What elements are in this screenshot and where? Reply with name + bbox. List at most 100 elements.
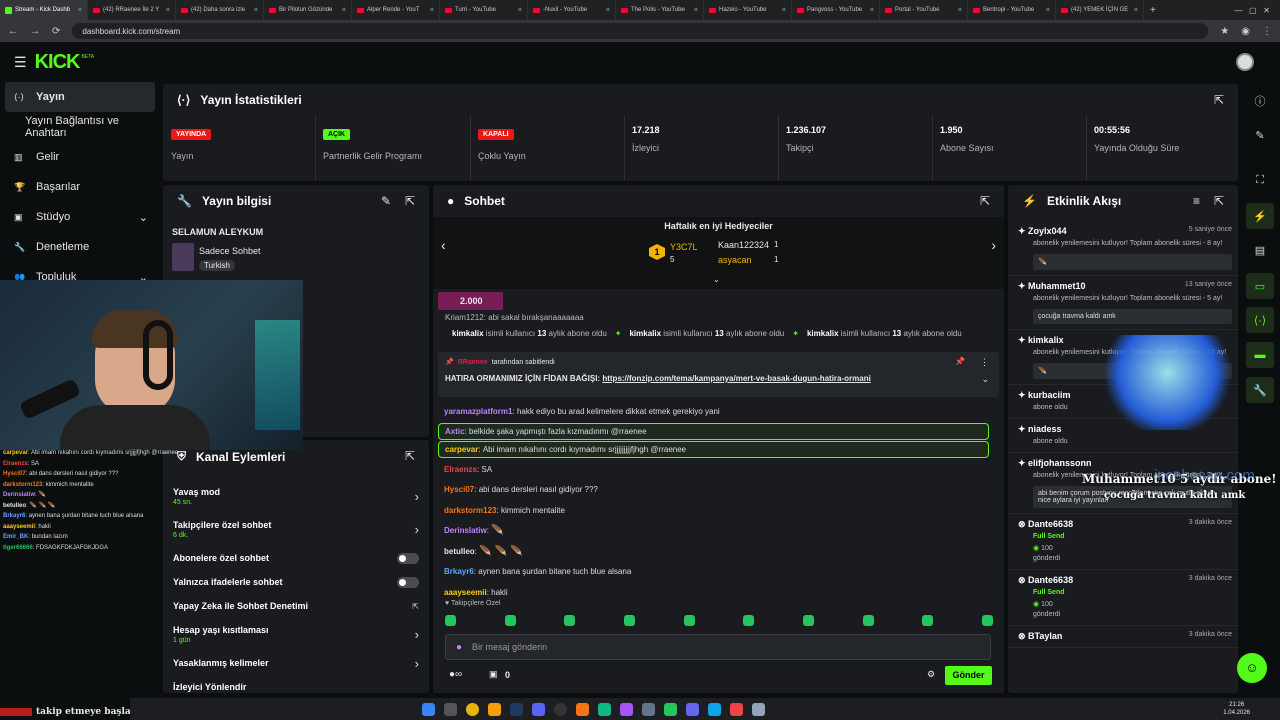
channel-action-item[interactable]: Hesap yaşı kısıtlaması 1 gün › (163, 618, 429, 651)
filter-icon[interactable]: ≡ (1193, 194, 1200, 208)
browser-tab[interactable]: (42) RRaenee İle 2 Y × (88, 0, 176, 20)
toggle-switch[interactable] (397, 552, 419, 564)
event-username[interactable]: kimkalix (1028, 335, 1064, 345)
gifter-two-name[interactable]: Kaan122324 (718, 240, 769, 250)
popout-icon[interactable]: ⇱ (980, 194, 990, 208)
chevron-right-icon[interactable]: › (415, 656, 419, 671)
close-tab-icon[interactable]: × (606, 7, 610, 14)
emote-picker-icon[interactable]: ●∞ (449, 669, 462, 680)
event-username[interactable]: niadess (1028, 424, 1062, 434)
chat-icon[interactable]: ▭ (1246, 273, 1274, 299)
app-icon[interactable] (730, 702, 743, 716)
edit-icon[interactable]: ✎ (381, 194, 391, 208)
info-icon[interactable]: ⓘ (1246, 88, 1274, 114)
url-field[interactable]: dashboard.kick.com/stream (72, 23, 1209, 39)
chat-username[interactable]: Derinslatiw (444, 526, 487, 535)
message-input[interactable]: ● Bir mesaj gönderin (445, 634, 991, 660)
obs-icon[interactable] (554, 702, 567, 716)
event-username[interactable]: kurbaciim (1028, 390, 1071, 400)
app-icon[interactable] (686, 702, 699, 716)
event-username[interactable]: Zoylx044 (1028, 226, 1067, 236)
user-avatar[interactable] (1236, 53, 1254, 71)
channel-action-item[interactable]: Takipçilere özel sohbet 6 dk. › (163, 513, 429, 546)
popout-icon[interactable]: ⇱ (405, 449, 415, 463)
chat-username[interactable]: darkstorm123 (444, 506, 496, 515)
chevron-right-icon[interactable]: › (415, 522, 419, 537)
chat-username[interactable]: Axtic (445, 427, 465, 436)
popout-icon[interactable]: ⇱ (1214, 194, 1224, 208)
popout-icon[interactable]: ⇱ (1214, 93, 1224, 107)
event-username[interactable]: Muhammet10 (1028, 281, 1086, 291)
broadcast-icon[interactable]: ⟨·⟩ (1246, 307, 1274, 333)
close-tab-icon[interactable]: × (958, 7, 962, 14)
chat-username[interactable]: carpevar (445, 445, 478, 454)
close-tab-icon[interactable]: × (694, 7, 698, 14)
chevron-right-icon[interactable]: › (415, 627, 419, 642)
emote-icon[interactable] (504, 615, 516, 626)
close-tab-icon[interactable]: × (782, 7, 786, 14)
app-icon[interactable] (664, 702, 677, 716)
event-username[interactable]: Dante6638 (1028, 575, 1073, 585)
emote-icon[interactable] (445, 615, 456, 626)
send-button[interactable]: Gönder (945, 666, 992, 685)
reload-icon[interactable]: ⟳ (52, 26, 60, 37)
emote-icon[interactable] (564, 615, 576, 626)
chat-username[interactable]: aaayseemii (444, 588, 487, 597)
toggle-switch[interactable] (397, 576, 419, 588)
sidebar-item-2[interactable]: ▥ Gelir (0, 142, 160, 172)
windows-start-icon[interactable] (422, 702, 435, 716)
more-options-icon[interactable]: ⋮ (980, 357, 989, 368)
app-icon[interactable] (576, 702, 589, 716)
close-tab-icon[interactable]: × (870, 7, 874, 14)
sidebar-item-4[interactable]: ▣ Stüdyo ⌄ (0, 202, 160, 232)
close-tab-icon[interactable]: × (1046, 7, 1050, 14)
browser-tab[interactable]: -Nuxil - YouTube × (528, 0, 616, 20)
browser-tab[interactable]: Stream - Kick Dashb × (0, 0, 88, 20)
emote-icon[interactable] (743, 615, 755, 626)
sidebar-item-1[interactable]: Yayın Bağlantısı ve Anahtarı (0, 112, 160, 142)
kick-logo[interactable]: KICK (35, 51, 81, 74)
lightning-icon[interactable]: ⚡ (1246, 203, 1274, 229)
close-tab-icon[interactable]: × (1134, 7, 1138, 14)
window-controls[interactable]: — ▢ ✕ (1234, 6, 1270, 15)
profile-icon[interactable]: ◉ (1241, 26, 1250, 37)
top-gifter-name[interactable]: Y3C7L (670, 242, 698, 252)
settings-icon[interactable]: ⚙ (927, 669, 935, 680)
chevron-right-icon[interactable]: › (415, 489, 419, 504)
emote-icon[interactable] (922, 615, 934, 626)
chevron-down-icon[interactable]: ⌄ (981, 374, 989, 385)
edit-icon[interactable]: ✎ (1246, 122, 1274, 148)
steam-icon[interactable] (510, 702, 523, 716)
support-chat-icon[interactable]: ☺ (1237, 653, 1267, 683)
pinned-by-user[interactable]: RRaenee (458, 359, 488, 366)
browser-tab[interactable]: The Polis - YouTube × (616, 0, 704, 20)
search-icon[interactable] (444, 702, 457, 716)
browser-tab[interactable]: Bir Pilotun Gözünde × (264, 0, 352, 20)
sidebar-item-5[interactable]: 🔧 Denetleme (0, 232, 160, 262)
chat-username[interactable]: Hysci07 (444, 485, 474, 494)
emote-icon[interactable] (981, 615, 993, 626)
expand-icon[interactable]: ⌄ (713, 275, 720, 284)
chat-username[interactable]: Brkayr6 (444, 567, 474, 576)
discord-icon[interactable] (532, 702, 545, 716)
chrome-icon[interactable] (466, 702, 479, 716)
app-icon[interactable] (642, 702, 655, 716)
event-username[interactable]: Dante6638 (1028, 519, 1073, 529)
gifter-three-name[interactable]: asyacan (718, 255, 752, 265)
emote-icon[interactable] (623, 615, 635, 626)
chat-username[interactable]: betulleo (444, 547, 475, 556)
app-icon[interactable] (752, 702, 765, 716)
browser-tab[interactable]: (42) Daha sonra izle × (176, 0, 264, 20)
hamburger-menu-icon[interactable]: ☰ (14, 54, 27, 71)
chat-username[interactable]: Elraenzs (444, 465, 477, 474)
next-arrow-icon[interactable]: › (991, 237, 996, 253)
app-icon[interactable] (708, 702, 721, 716)
browser-tab[interactable]: Portal - YouTube × (880, 0, 968, 20)
popout-icon[interactable]: ⇱ (405, 194, 415, 208)
browser-tab[interactable]: Turri - YouTube × (440, 0, 528, 20)
bookmark-star-icon[interactable]: ★ (1220, 26, 1229, 37)
channel-action-item[interactable]: Yalnızca ifadelerle sohbet (163, 570, 429, 594)
close-tab-icon[interactable]: × (166, 7, 170, 14)
app-icon[interactable] (598, 702, 611, 716)
back-icon[interactable]: ← (8, 26, 18, 37)
